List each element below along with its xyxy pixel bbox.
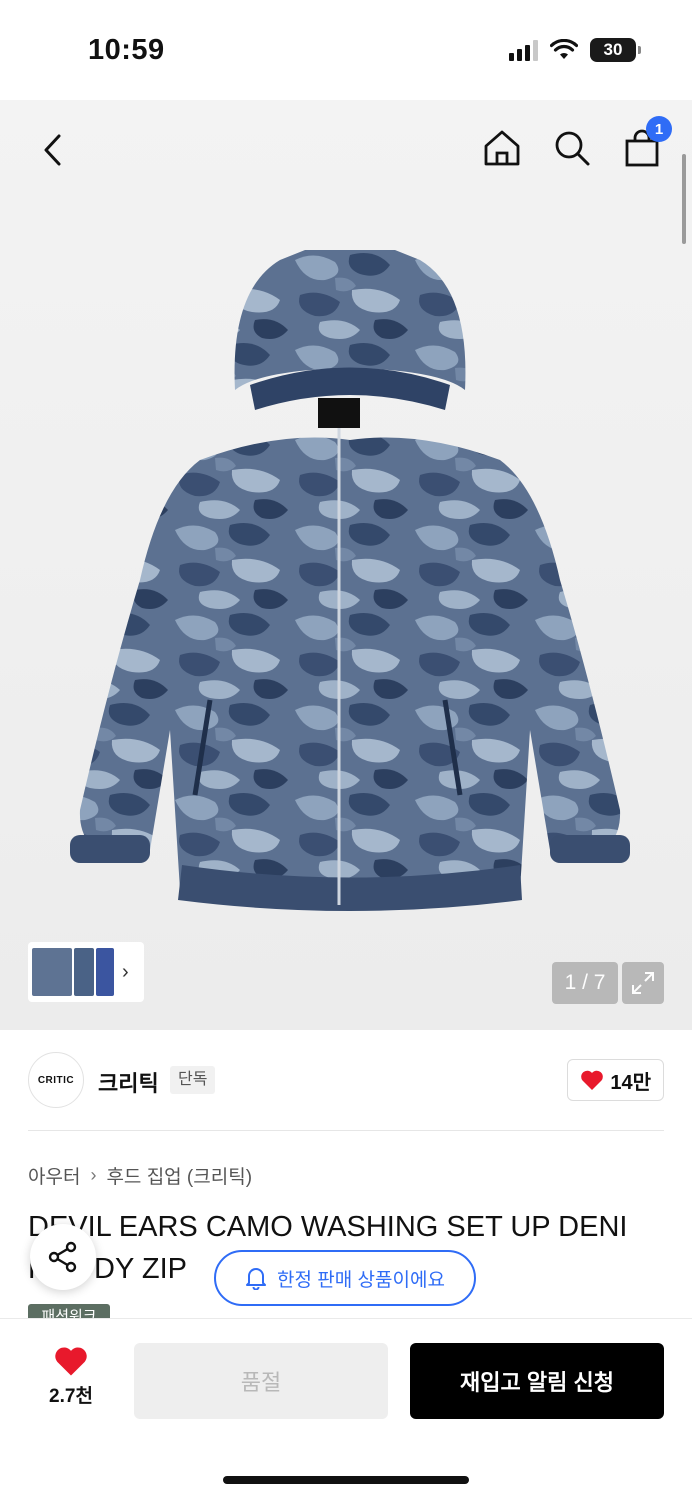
chevron-right-icon: › bbox=[90, 1165, 97, 1185]
fullscreen-button[interactable] bbox=[622, 962, 664, 1004]
brand-name[interactable]: 크리틱 bbox=[98, 1066, 159, 1098]
expand-icon bbox=[632, 972, 654, 994]
wishlist-count: 2.7천 bbox=[49, 1386, 93, 1407]
exclusive-badge: 단독 bbox=[170, 1066, 216, 1094]
search-button[interactable] bbox=[550, 126, 594, 170]
brand-row: CRITIC 크리틱 단독 14만 bbox=[28, 1052, 664, 1110]
cart-count-badge: 1 bbox=[646, 116, 672, 142]
status-bar: 10:59 30 bbox=[0, 0, 692, 100]
brand-like-button[interactable]: 14만 bbox=[567, 1059, 664, 1101]
breadcrumb-category[interactable]: 아우터 bbox=[28, 1162, 80, 1189]
battery-icon: 30 bbox=[590, 38, 641, 62]
wishlist-button[interactable]: 2.7천 bbox=[36, 1345, 106, 1408]
share-icon bbox=[48, 1241, 77, 1273]
product-title-line1: DEVIL EARS CAMO WASHING SET UP DENI bbox=[28, 1211, 628, 1243]
product-image bbox=[70, 250, 630, 911]
status-icons: 30 bbox=[509, 38, 641, 62]
search-icon bbox=[555, 131, 590, 166]
limited-sale-label: 한정 판매 상품이에요 bbox=[277, 1269, 445, 1291]
cart-button[interactable]: 1 bbox=[620, 116, 672, 170]
brand-like-count: 14만 bbox=[610, 1071, 651, 1094]
bottom-action-bar: 2.7천 품절 재입고 알림 신청 bbox=[0, 1318, 692, 1500]
status-time: 10:59 bbox=[88, 34, 165, 66]
wifi-icon bbox=[550, 39, 578, 59]
header-actions: 1 bbox=[480, 116, 672, 170]
brand-logo[interactable]: CRITIC bbox=[28, 1052, 84, 1108]
restock-alert-button[interactable]: 재입고 알림 신청 bbox=[410, 1343, 664, 1419]
share-button[interactable] bbox=[30, 1224, 96, 1290]
home-indicator bbox=[223, 1476, 469, 1484]
thumbnail-1[interactable] bbox=[32, 948, 72, 996]
soldout-button: 품절 bbox=[134, 1343, 388, 1419]
breadcrumb: 아우터 › 후드 집업 (크리틱) bbox=[28, 1162, 252, 1189]
bell-icon bbox=[246, 1268, 267, 1290]
chevron-left-icon bbox=[44, 134, 61, 166]
thumbnail-3[interactable] bbox=[96, 948, 114, 996]
gallery-pager: 1 / 7 bbox=[552, 962, 618, 1004]
heart-icon bbox=[55, 1347, 87, 1376]
thumbnail-2[interactable] bbox=[74, 948, 94, 996]
home-icon bbox=[484, 130, 520, 166]
limited-sale-notice[interactable]: 한정 판매 상품이에요 bbox=[214, 1250, 476, 1306]
product-gallery[interactable]: 1 › 1 / 7 bbox=[0, 100, 692, 1030]
chevron-right-icon: › bbox=[122, 960, 129, 983]
breadcrumb-subcategory[interactable]: 후드 집업 (크리틱) bbox=[106, 1162, 252, 1189]
home-button[interactable] bbox=[480, 126, 524, 170]
divider bbox=[28, 1130, 664, 1131]
scrollbar[interactable] bbox=[682, 154, 686, 244]
cellular-signal-icon bbox=[509, 39, 538, 61]
thumbnail-strip[interactable]: › bbox=[28, 942, 144, 1002]
back-button[interactable] bbox=[30, 128, 74, 172]
heart-icon bbox=[581, 1070, 604, 1090]
